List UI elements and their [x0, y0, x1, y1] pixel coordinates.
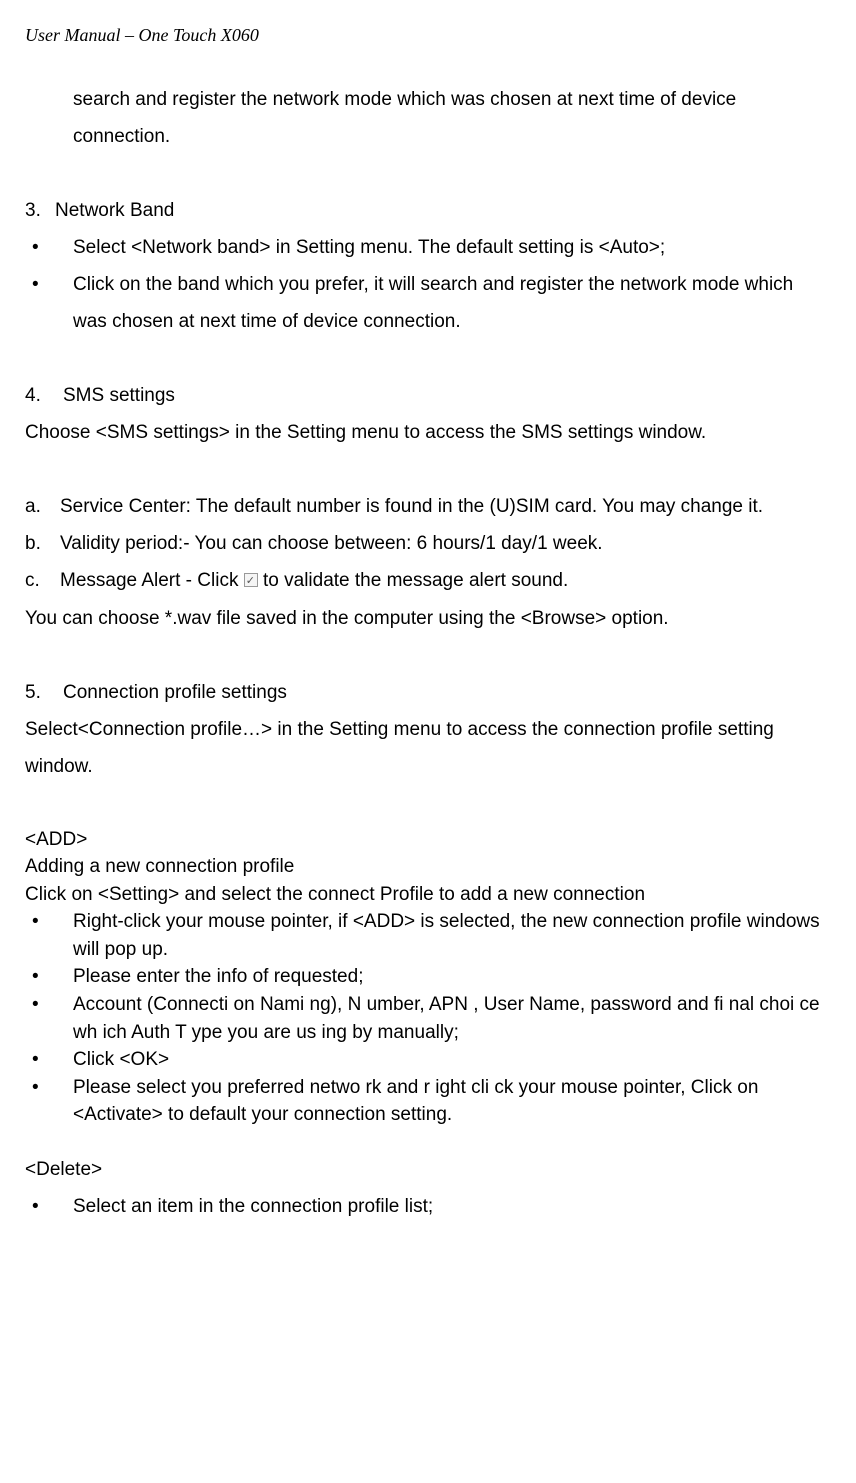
- bullet-icon: •: [25, 1046, 73, 1074]
- delete-bullet-1: • Select an item in the connection profi…: [25, 1188, 821, 1225]
- bullet-text: Click on the band which you prefer, it w…: [73, 266, 821, 340]
- add-bullet-1: • Right-click your mouse pointer, if <AD…: [25, 908, 821, 963]
- bullet-text: Please enter the info of requested;: [73, 963, 821, 991]
- bullet-text: Right-click your mouse pointer, if <ADD>…: [73, 908, 821, 963]
- section-number: 4.: [25, 377, 63, 414]
- add-sub1: Adding a new connection profile: [25, 853, 821, 881]
- section-4-after: You can choose *.wav file saved in the c…: [25, 600, 821, 637]
- checkbox-icon: [244, 573, 258, 587]
- letter-marker: b.: [25, 525, 60, 562]
- add-bullet-4: • Click <OK>: [25, 1046, 821, 1074]
- section-3-bullet-2: • Click on the band which you prefer, it…: [25, 266, 821, 340]
- message-alert-prefix: Message Alert - Click: [60, 570, 244, 591]
- section-title: Connection profile settings: [63, 674, 287, 711]
- section-4-heading: 4. SMS settings: [25, 377, 821, 414]
- section-3-heading: 3. Network Band: [25, 192, 821, 229]
- bullet-icon: •: [25, 963, 73, 991]
- section-4-item-a: a. Service Center: The default number is…: [25, 488, 821, 525]
- section-number: 3.: [25, 192, 55, 229]
- add-sub2: Click on <Setting> and select the connec…: [25, 881, 821, 909]
- page-header: User Manual – One Touch X060: [25, 25, 821, 46]
- add-bullet-2: • Please enter the info of requested;: [25, 963, 821, 991]
- letter-text: Validity period:- You can choose between…: [60, 525, 821, 562]
- bullet-text: Click <OK>: [73, 1046, 821, 1074]
- letter-text: Message Alert - Click to validate the me…: [60, 562, 821, 599]
- section-4-item-b: b. Validity period:- You can choose betw…: [25, 525, 821, 562]
- bullet-icon: •: [25, 991, 73, 1019]
- bullet-text: Account (Connecti on Nami ng), N umber, …: [73, 991, 821, 1046]
- document-body: search and register the network mode whi…: [25, 81, 821, 1225]
- message-alert-suffix: to validate the message alert sound.: [263, 570, 568, 591]
- section-number: 5.: [25, 674, 63, 711]
- section-title: SMS settings: [63, 377, 175, 414]
- bullet-text: Please select you preferred netwo rk and…: [73, 1074, 821, 1129]
- bullet-icon: •: [25, 1188, 73, 1225]
- section-4-item-c: c. Message Alert - Click to validate the…: [25, 562, 821, 599]
- letter-marker: a.: [25, 488, 60, 525]
- bullet-icon: •: [25, 266, 73, 303]
- section-title: Network Band: [55, 192, 174, 229]
- bullet-icon: •: [25, 908, 73, 936]
- section-4-paragraph: Choose <SMS settings> in the Setting men…: [25, 414, 821, 451]
- letter-marker: c.: [25, 562, 60, 599]
- bullet-icon: •: [25, 1074, 73, 1102]
- section-3-bullet-1: • Select <Network band> in Setting menu.…: [25, 229, 821, 266]
- bullet-text: Select an item in the connection profile…: [73, 1188, 821, 1225]
- bullet-text: Select <Network band> in Setting menu. T…: [73, 229, 821, 266]
- section-5-paragraph: Select<Connection profile…> in the Setti…: [25, 711, 821, 785]
- add-heading: <ADD>: [25, 826, 821, 854]
- delete-heading: <Delete>: [25, 1151, 821, 1188]
- letter-text: Service Center: The default number is fo…: [60, 488, 821, 525]
- bullet-icon: •: [25, 229, 73, 266]
- section-5-heading: 5. Connection profile settings: [25, 674, 821, 711]
- intro-continuation: search and register the network mode whi…: [25, 81, 821, 155]
- add-bullet-3: • Account (Connecti on Nami ng), N umber…: [25, 991, 821, 1046]
- add-bullet-5: • Please select you preferred netwo rk a…: [25, 1074, 821, 1129]
